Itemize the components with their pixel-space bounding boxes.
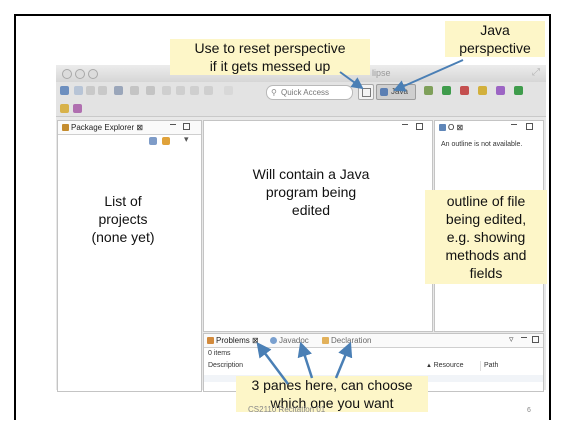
window-title: lipse xyxy=(372,68,391,78)
tab-problems[interactable]: Problems ⊠ xyxy=(207,335,259,346)
minimize-icon[interactable] xyxy=(511,124,517,125)
annotation-line: List of xyxy=(104,193,142,209)
package-explorer-tab-header: Package Explorer ⊠ xyxy=(58,121,201,135)
annotation-line: e.g. showing xyxy=(446,229,526,245)
print-icon[interactable] xyxy=(98,86,107,95)
slide: lipse ⤢ ⚲ Quick Access Java Package Expl… xyxy=(0,0,563,424)
close-tab-icon[interactable]: ⊠ xyxy=(456,123,463,132)
tab-javadoc[interactable]: Javadoc xyxy=(270,335,309,346)
java-perspective-label: Java xyxy=(391,87,408,96)
package-explorer-tab-label: Package Explorer xyxy=(71,123,135,132)
open-type-icon[interactable] xyxy=(130,86,139,95)
annotation-line: perspective xyxy=(459,40,531,56)
footer-text: CS2110 Recitation 01 xyxy=(248,405,326,414)
column-path[interactable]: Path xyxy=(480,361,498,371)
annotation-line: program being xyxy=(265,184,357,200)
view-menu-icon[interactable]: ▾ xyxy=(184,134,189,145)
java-perspective-annotation: Java perspective xyxy=(445,21,545,57)
reset-perspective-annotation: Use to reset perspective if it gets mess… xyxy=(170,39,370,75)
annotation-line: Use to reset perspective xyxy=(194,40,346,56)
editor-area[interactable] xyxy=(203,120,433,332)
sort-icon: ▲ xyxy=(426,363,434,369)
outline-tab-header: O ⊠ xyxy=(435,121,543,134)
quick-access-input[interactable]: ⚲ Quick Access xyxy=(266,85,353,100)
column-description[interactable]: Description xyxy=(208,361,243,371)
bottom-tab-header: Problems ⊠ Javadoc Declaration ▿ xyxy=(204,334,543,348)
search-icon[interactable] xyxy=(146,86,155,95)
new-icon[interactable] xyxy=(60,86,69,95)
close-tab-icon[interactable]: ⊠ xyxy=(136,123,143,132)
skip-breakpoints-icon[interactable] xyxy=(114,86,123,95)
java-perspective-button[interactable]: Java xyxy=(376,84,416,100)
annotation-line: fields xyxy=(469,265,503,281)
javadoc-icon xyxy=(270,337,277,344)
annotation-line: outline of file xyxy=(446,193,526,209)
maximize-icon[interactable] xyxy=(532,336,539,343)
minimize-icon[interactable] xyxy=(170,124,176,125)
back-icon[interactable] xyxy=(162,86,171,95)
problems-tab-label: Problems xyxy=(216,336,250,345)
run-icon[interactable] xyxy=(442,86,451,95)
package-explorer-panel: Package Explorer ⊠ ▾ xyxy=(57,120,202,392)
maximize-icon[interactable] xyxy=(526,123,533,130)
maximize-icon[interactable] xyxy=(416,123,423,130)
search-icon: ⚲ xyxy=(271,88,277,97)
close-window-icon[interactable] xyxy=(62,69,72,79)
edit-icon[interactable] xyxy=(73,104,82,113)
zoom-window-icon[interactable] xyxy=(88,69,98,79)
annotation-line: Java xyxy=(480,22,510,38)
outline-message: An outline is not available. xyxy=(441,141,523,148)
annotation-line: projects xyxy=(98,211,148,227)
open-perspective-button[interactable] xyxy=(358,84,374,100)
open-folder-icon[interactable] xyxy=(60,104,69,113)
fullscreen-icon[interactable]: ⤢ xyxy=(532,67,540,78)
java-perspective-icon xyxy=(380,88,388,96)
column-resource[interactable]: ▲ Resource xyxy=(426,361,464,371)
outline-icon xyxy=(439,124,446,131)
outline-tab-label: O xyxy=(448,123,455,132)
outline-annotation: outline of file being edited, e.g. showi… xyxy=(425,190,547,284)
tab-declaration[interactable]: Declaration xyxy=(322,335,371,346)
save-all-icon[interactable] xyxy=(86,86,95,95)
problems-icon xyxy=(207,337,214,344)
annotation-line: edited xyxy=(291,202,331,218)
page-number: 6 xyxy=(527,407,531,414)
projects-annotation: List of projects (none yet) xyxy=(68,192,178,246)
save-icon[interactable] xyxy=(74,86,83,95)
collapse-all-icon[interactable] xyxy=(149,137,157,145)
minimize-icon[interactable] xyxy=(521,337,527,338)
declaration-tab-label: Declaration xyxy=(331,336,372,345)
secondary-toolbar xyxy=(56,102,546,117)
annotation-line: being edited, xyxy=(445,211,527,227)
new-package-icon[interactable] xyxy=(496,86,505,95)
view-menu-icon[interactable]: ▿ xyxy=(509,334,514,345)
problems-item-count: 0 items xyxy=(208,350,231,357)
new-class-icon[interactable] xyxy=(514,86,523,95)
package-explorer-icon xyxy=(62,124,69,131)
previous-annotation-icon[interactable] xyxy=(204,86,213,95)
editor-annotation: Will contain a Java program being edited xyxy=(236,165,386,219)
link-with-editor-icon[interactable] xyxy=(162,137,170,145)
next-annotation-icon[interactable] xyxy=(190,86,199,95)
tab-outline[interactable]: O ⊠ xyxy=(439,122,463,133)
annotation-line: Will contain a Java xyxy=(252,166,370,182)
annotation-line: if it gets messed up xyxy=(209,58,331,74)
annotation-line: (none yet) xyxy=(91,229,155,245)
maximize-icon[interactable] xyxy=(183,123,190,130)
close-tab-icon[interactable]: ⊠ xyxy=(252,336,259,345)
debug-icon[interactable] xyxy=(424,86,433,95)
tab-package-explorer[interactable]: Package Explorer ⊠ xyxy=(62,122,143,133)
pin-icon[interactable] xyxy=(224,86,233,95)
declaration-icon xyxy=(322,337,329,344)
new-java-project-icon[interactable] xyxy=(478,86,487,95)
annotation-line: 3 panes here, can choose xyxy=(251,377,413,393)
forward-icon[interactable] xyxy=(176,86,185,95)
javadoc-tab-label: Javadoc xyxy=(279,336,309,345)
minimize-window-icon[interactable] xyxy=(75,69,85,79)
column-resource-label: Resource xyxy=(433,362,464,369)
quick-access-placeholder: Quick Access xyxy=(281,88,330,97)
annotation-line: methods and xyxy=(445,247,527,263)
minimize-icon[interactable] xyxy=(402,124,408,125)
external-tools-icon[interactable] xyxy=(460,86,469,95)
